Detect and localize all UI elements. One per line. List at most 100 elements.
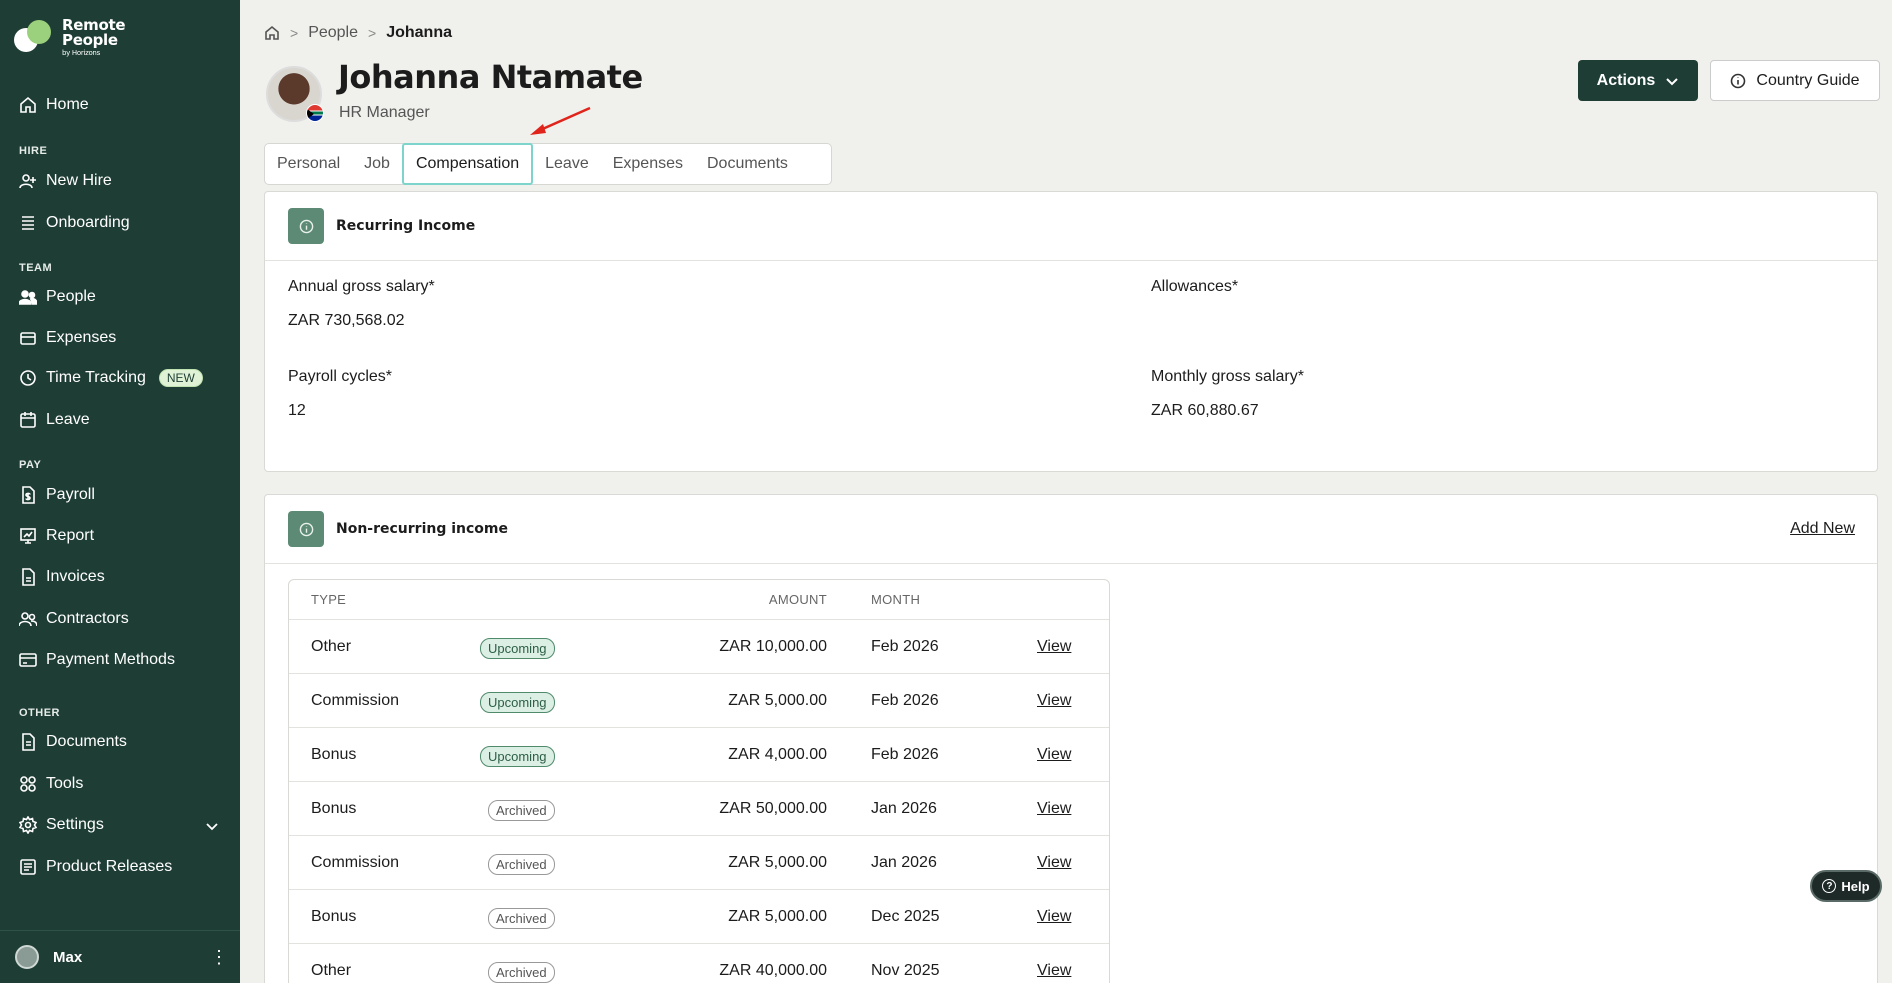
south-africa-flag-icon — [306, 104, 324, 122]
sidebar-item-leave[interactable]: Leave — [19, 411, 90, 429]
sidebar-item-label: Contractors — [46, 610, 129, 627]
card-header: Non-recurring income Add New — [265, 495, 1877, 564]
status-badge: Upcoming — [480, 746, 555, 767]
table-row: Commission Archived ZAR 5,000.00 Jan 2026 Vi… — [289, 836, 1109, 890]
actions-button[interactable]: Actions — [1578, 60, 1698, 101]
user-plus-icon — [19, 174, 36, 189]
row-month: Feb 2026 — [871, 746, 939, 763]
status-badge: Upcoming — [480, 638, 555, 659]
payroll-doc-icon — [22, 486, 35, 504]
list-icon — [22, 216, 34, 230]
home-icon[interactable] — [264, 25, 280, 41]
breadcrumb-people[interactable]: People — [308, 24, 358, 42]
chevron-down-icon[interactable] — [204, 818, 220, 834]
info-icon — [288, 208, 324, 244]
row-type: Bonus — [311, 908, 357, 925]
sidebar-item-time-tracking[interactable]: Time Tracking NEW — [19, 369, 203, 387]
user-menu[interactable]: Max — [0, 930, 240, 983]
status-badge: Archived — [488, 800, 555, 821]
row-month: Jan 2026 — [871, 800, 937, 817]
tab-job[interactable]: Job — [352, 144, 402, 184]
sidebar-item-people[interactable]: People — [19, 288, 96, 306]
table-row: Other Archived ZAR 40,000.00 Nov 2025 View — [289, 944, 1109, 983]
sidebar-item-documents[interactable]: Documents — [19, 733, 127, 751]
table-header: TYPE AMOUNT MONTH — [289, 580, 1109, 620]
sidebar-item-tools[interactable]: Tools — [19, 775, 83, 793]
brand-name-line2: People — [62, 31, 118, 49]
tab-documents[interactable]: Documents — [695, 144, 800, 184]
payroll-cycles-label: Payroll cycles* — [288, 368, 393, 385]
annual-salary-label: Annual gross salary* — [288, 278, 435, 295]
sidebar-item-label: People — [46, 288, 96, 305]
sidebar-item-home[interactable]: Home — [19, 96, 89, 114]
add-new-link[interactable]: Add New — [1790, 520, 1855, 538]
question-icon: ? — [1822, 879, 1837, 893]
view-link[interactable]: View — [1037, 638, 1071, 656]
column-month: MONTH — [871, 592, 921, 607]
more-vertical-icon[interactable]: ⋮ — [210, 948, 228, 966]
actions-label: Actions — [1596, 71, 1656, 89]
monthly-salary-label: Monthly gross salary* — [1151, 368, 1304, 385]
profile-tabs: Personal Job Compensation Leave Expenses… — [264, 143, 832, 185]
row-amount: ZAR 5,000.00 — [728, 854, 827, 871]
card-title: Recurring Income — [336, 218, 476, 234]
sidebar-item-report[interactable]: Report — [19, 527, 94, 545]
help-label: Help — [1841, 878, 1870, 894]
breadcrumb-current: Johanna — [386, 24, 452, 41]
view-link[interactable]: View — [1037, 962, 1071, 980]
view-link[interactable]: View — [1037, 746, 1071, 764]
country-guide-label: Country Guide — [1756, 71, 1860, 89]
tab-personal[interactable]: Personal — [265, 144, 352, 184]
sidebar-item-label: Leave — [46, 411, 90, 428]
row-month: Dec 2025 — [871, 908, 940, 925]
view-link[interactable]: View — [1037, 854, 1071, 872]
row-type: Other — [311, 962, 352, 979]
sidebar-item-payment-methods[interactable]: Payment Methods — [19, 651, 175, 669]
sidebar-item-settings[interactable]: Settings — [19, 816, 104, 834]
credit-card-icon — [19, 653, 37, 667]
sidebar-item-payroll[interactable]: Payroll — [19, 486, 95, 504]
annual-salary-value: ZAR 730,568.02 — [288, 312, 405, 329]
sidebar-item-onboarding[interactable]: Onboarding — [19, 214, 130, 232]
section-hire: HIRE — [19, 145, 48, 157]
sidebar-item-label: Report — [46, 527, 95, 544]
sidebar-item-new-hire[interactable]: New Hire — [19, 172, 112, 190]
status-badge: Archived — [488, 908, 555, 929]
brand-tagline: by Horizons — [62, 49, 100, 57]
sidebar: Remote People by Horizons Home HIRE New … — [0, 0, 240, 983]
sidebar-item-product-releases[interactable]: Product Releases — [19, 858, 172, 876]
view-link[interactable]: View — [1037, 800, 1071, 818]
status-badge: Archived — [488, 962, 555, 983]
view-link[interactable]: View — [1037, 692, 1071, 710]
non-recurring-income-card: Non-recurring income Add New TYPE AMOUNT… — [264, 494, 1878, 983]
brand-logo[interactable]: Remote People by Horizons — [14, 18, 126, 58]
column-amount: AMOUNT — [768, 592, 827, 607]
table-row: Bonus Archived ZAR 50,000.00 Jan 2026 View — [289, 782, 1109, 836]
sidebar-item-contractors[interactable]: Contractors — [19, 610, 129, 628]
section-other: OTHER — [19, 707, 60, 719]
sidebar-item-invoices[interactable]: Invoices — [19, 568, 105, 586]
row-type: Commission — [311, 692, 400, 709]
page-title: Johanna Ntamate — [338, 58, 643, 96]
country-guide-button[interactable]: Country Guide — [1710, 60, 1880, 101]
clock-icon — [20, 370, 36, 386]
tab-leave[interactable]: Leave — [533, 144, 601, 184]
chevron-right-icon: > — [368, 25, 377, 41]
avatar — [15, 945, 39, 969]
row-amount: ZAR 5,000.00 — [728, 908, 827, 925]
view-link[interactable]: View — [1037, 908, 1071, 926]
sidebar-item-expenses[interactable]: Expenses — [19, 329, 116, 347]
new-badge: NEW — [158, 369, 203, 387]
sidebar-item-label: Onboarding — [46, 214, 130, 231]
sidebar-item-label: Expenses — [46, 329, 117, 346]
tab-compensation[interactable]: Compensation — [401, 143, 534, 185]
allowances-label: Allowances* — [1151, 278, 1239, 295]
row-month: Feb 2026 — [871, 638, 939, 655]
row-type: Bonus — [311, 800, 357, 817]
row-month: Feb 2026 — [871, 692, 939, 709]
info-icon — [288, 511, 324, 547]
sidebar-item-label: Tools — [46, 775, 84, 792]
tab-expenses[interactable]: Expenses — [601, 144, 695, 184]
help-button[interactable]: ? Help — [1810, 870, 1882, 902]
row-amount: ZAR 4,000.00 — [728, 746, 827, 763]
